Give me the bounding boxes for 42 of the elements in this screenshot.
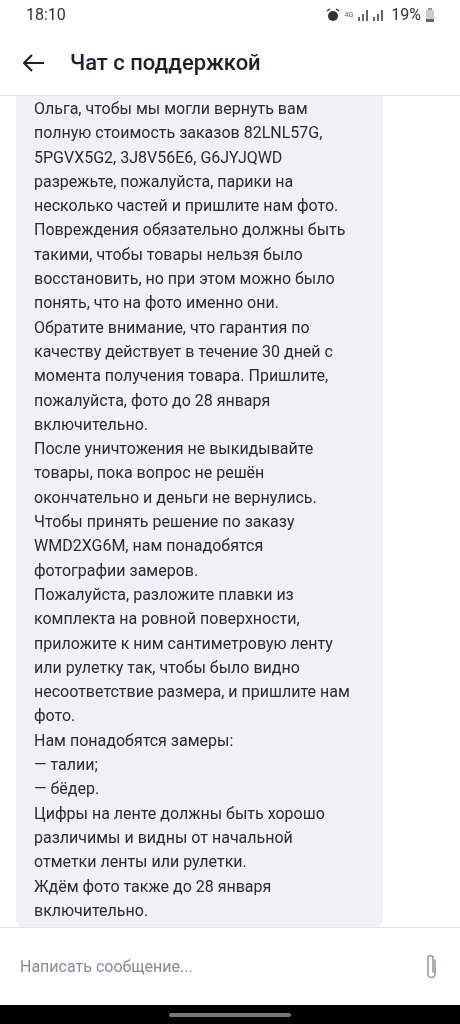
battery-percent: 19% bbox=[391, 4, 421, 26]
message-text: фото. bbox=[34, 705, 77, 728]
message-text: Пожалуйста, разложите плавки из bbox=[34, 583, 295, 606]
message-text: несоответствие размера, и пришлите нам bbox=[34, 681, 351, 704]
message-text: — бёдер. bbox=[34, 778, 101, 801]
message-text: включительно. bbox=[34, 413, 150, 436]
message-text: Обратите внимание, что гарантия по bbox=[34, 316, 311, 339]
status-time: 18:10 bbox=[26, 4, 66, 26]
message-text: Нам понадобятся замеры: bbox=[34, 729, 235, 752]
message-text: WMD2XG6M, нам понадобятся bbox=[34, 535, 265, 558]
back-arrow-icon bbox=[23, 53, 45, 72]
message-text: окончательно и деньги не вернулись. bbox=[34, 486, 318, 509]
message-text: различимы и видны от начальной bbox=[34, 826, 294, 849]
message-text: включительно. bbox=[34, 899, 150, 922]
message-text: фотографии замеров. bbox=[34, 559, 200, 582]
message-text: разрежьте, пожалуйста, парики на bbox=[34, 170, 295, 193]
home-indicator[interactable] bbox=[169, 1012, 291, 1017]
message-text: приложите к ним сантиметровую ленту bbox=[34, 632, 334, 655]
message-text: момента получения товара. Пришлите, bbox=[34, 365, 330, 388]
message-text: такими, чтобы товары нельзя было bbox=[34, 243, 304, 266]
message-text: понять, что на фото именно они. bbox=[34, 292, 280, 315]
message-text: отметки ленты или рулетки. bbox=[34, 851, 248, 874]
battery-icon bbox=[426, 8, 434, 22]
message-input[interactable]: Написать сообщение... bbox=[20, 954, 424, 979]
message-text: или рулетку так, чтобы было видно bbox=[34, 656, 301, 679]
message-text: комплекта на ровной поверхности, bbox=[34, 608, 301, 631]
message-text: полную стоимость заказов 82LNL57G, bbox=[34, 122, 324, 145]
message-text: товары, пока вопрос не решён bbox=[34, 462, 266, 485]
message-text: 5PGVX5G2, 3J8V56E6, G6JYJQWD bbox=[34, 146, 284, 169]
message-text: После уничтожения не выкидывайте bbox=[34, 438, 315, 461]
message-text: пожалуйста, фото до 28 января bbox=[34, 389, 272, 412]
message-text: Ждём фото также до 28 января bbox=[34, 875, 273, 898]
alarm-icon bbox=[325, 8, 340, 22]
message-text: качеству действует в течение 30 дней с bbox=[34, 340, 334, 363]
message-text: Ольга, чтобы мы могли вернуть вам bbox=[34, 98, 309, 120]
chat-title: Чат с поддержкой bbox=[70, 49, 261, 77]
message-text: Чтобы принять решение по заказу bbox=[34, 511, 296, 534]
message-text: Повреждения обязательно должны быть bbox=[34, 219, 347, 242]
message-text: Цифры на ленте должны быть хорошо bbox=[34, 802, 326, 825]
message-text: несколько частей и пришлите нам фото. bbox=[34, 195, 340, 218]
message-text: — талии; bbox=[34, 754, 99, 776]
message-text: восстановить, но при этом можно было bbox=[34, 268, 336, 291]
